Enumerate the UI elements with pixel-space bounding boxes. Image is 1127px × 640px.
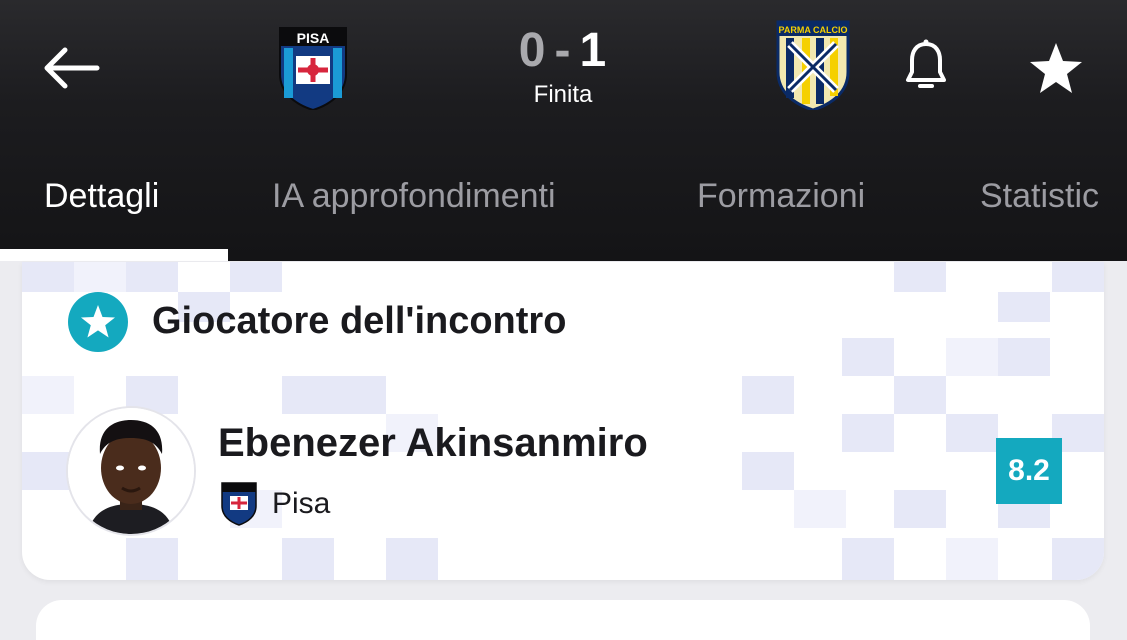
score-separator: - [554, 24, 572, 77]
home-crest-text: PISA [297, 30, 330, 46]
player-photo [68, 408, 194, 534]
player-rating-badge: 8.2 [996, 438, 1062, 504]
star-icon [1030, 43, 1082, 93]
player-name: Ebenezer Akinsanmiro [218, 421, 648, 465]
favorite-button[interactable] [1024, 36, 1088, 100]
player-avatar[interactable] [66, 406, 196, 536]
match-tabs: Dettagli IA approfondimenti Formazioni S… [0, 160, 1127, 261]
active-tab-indicator [0, 249, 228, 261]
match-header: PISA 0-1 Finita PARMA CALCIO Dettagli IA… [0, 0, 1127, 261]
team-crest-icon [221, 482, 257, 526]
back-button[interactable] [38, 38, 104, 98]
tab-statistiche[interactable]: Statistic [980, 174, 1099, 218]
star-badge-icon [68, 292, 128, 352]
away-team-crest[interactable]: PARMA CALCIO [776, 20, 850, 110]
away-crest-text: PARMA CALCIO [779, 25, 848, 35]
player-of-the-match-card[interactable]: Giocatore dell'incontro Ebenezer Akinsan… [22, 262, 1104, 580]
notifications-button[interactable] [898, 34, 954, 98]
tab-ia-approfondimenti[interactable]: IA approfondimenti [272, 174, 556, 218]
away-goals: 1 [579, 24, 608, 77]
match-status: Finita [533, 81, 593, 108]
home-team-crest[interactable]: PISA [276, 26, 350, 110]
match-score: 0-1 [488, 22, 638, 80]
home-goals: 0 [518, 24, 547, 77]
card-title: Giocatore dell'incontro [152, 300, 567, 342]
tab-dettagli[interactable]: Dettagli [44, 174, 159, 218]
tab-formazioni[interactable]: Formazioni [697, 174, 865, 218]
player-team-name: Pisa [272, 487, 331, 520]
next-card [36, 600, 1090, 640]
arrow-left-icon [44, 47, 100, 89]
bell-icon [906, 39, 946, 88]
